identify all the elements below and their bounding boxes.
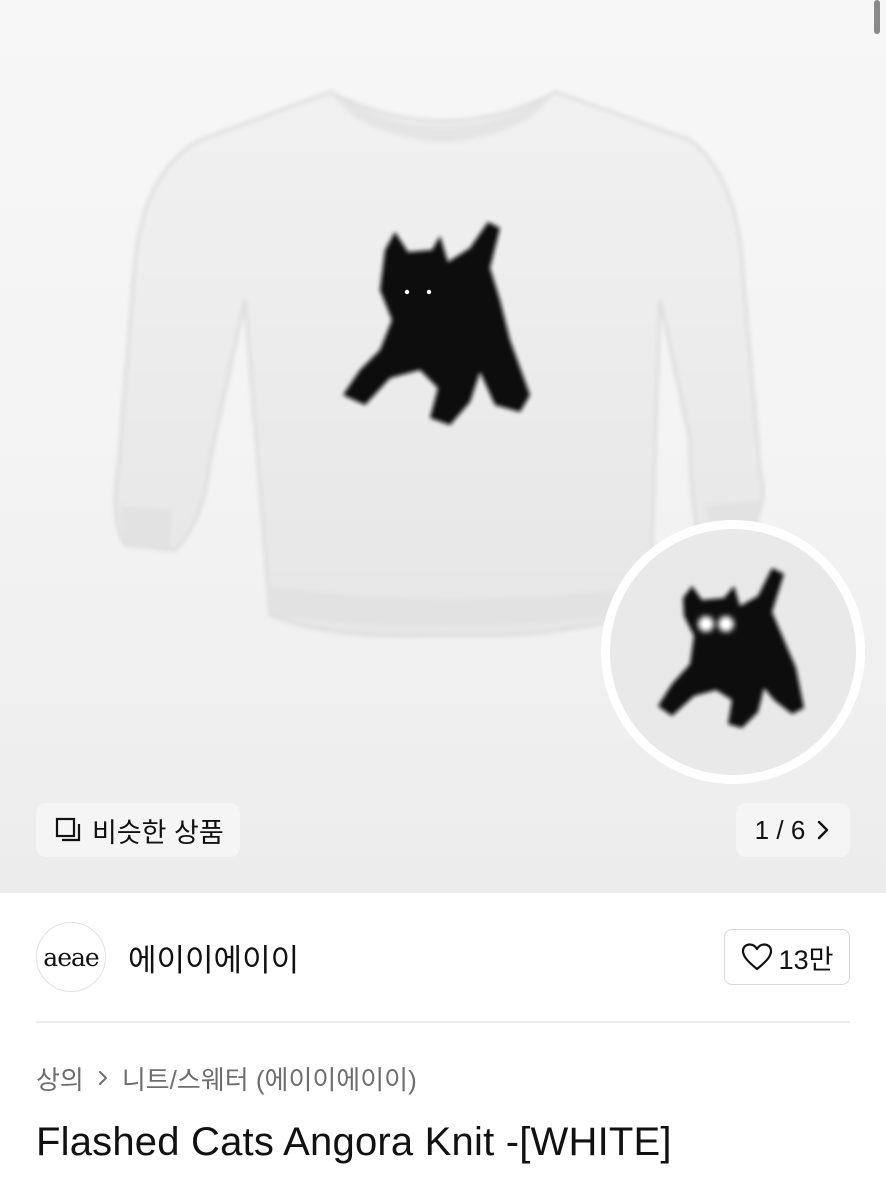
pager-separator: /: [776, 814, 784, 845]
breadcrumb-subcategory[interactable]: 니트/스웨터 (에이이에이이): [122, 1060, 417, 1097]
pager-total: 6: [790, 814, 806, 845]
like-button[interactable]: 13만: [724, 929, 850, 985]
breadcrumb-category[interactable]: 상의: [36, 1060, 84, 1097]
chevron-right-icon: [98, 1071, 107, 1085]
stacked-squares-icon: [55, 817, 81, 842]
breadcrumb: 상의 니트/스웨터 (에이이에이이): [36, 1058, 417, 1098]
divider: [36, 1021, 850, 1023]
store-name[interactable]: 에이이에이이: [128, 935, 299, 980]
like-count: 13만: [778, 944, 834, 975]
chevron-right-icon: [818, 820, 829, 840]
pager-current: 1: [754, 814, 770, 845]
detail-zoom-circle: [601, 520, 865, 784]
pager-text: 1 / 6: [755, 815, 806, 846]
product-title: Flashed Cats Angora Knit -[WHITE]: [36, 1120, 672, 1164]
product-detail-page: 비슷한 상품 1 / 6 aeae 에이이에이이 13만 상의 니트/스웨터 (…: [0, 0, 886, 1200]
heart-outline-icon: [741, 943, 772, 971]
image-pager[interactable]: 1 / 6: [736, 803, 850, 857]
product-image-gallery[interactable]: 비슷한 상품 1 / 6: [0, 0, 886, 893]
similar-products-label: 비슷한 상품: [92, 817, 224, 848]
store-logo[interactable]: aeae: [36, 922, 106, 992]
product-photo: [113, 90, 865, 784]
store-row: aeae 에이이에이이 13만: [36, 920, 850, 994]
similar-products-button[interactable]: 비슷한 상품: [36, 803, 240, 857]
store-logo-text: aeae: [43, 942, 99, 972]
